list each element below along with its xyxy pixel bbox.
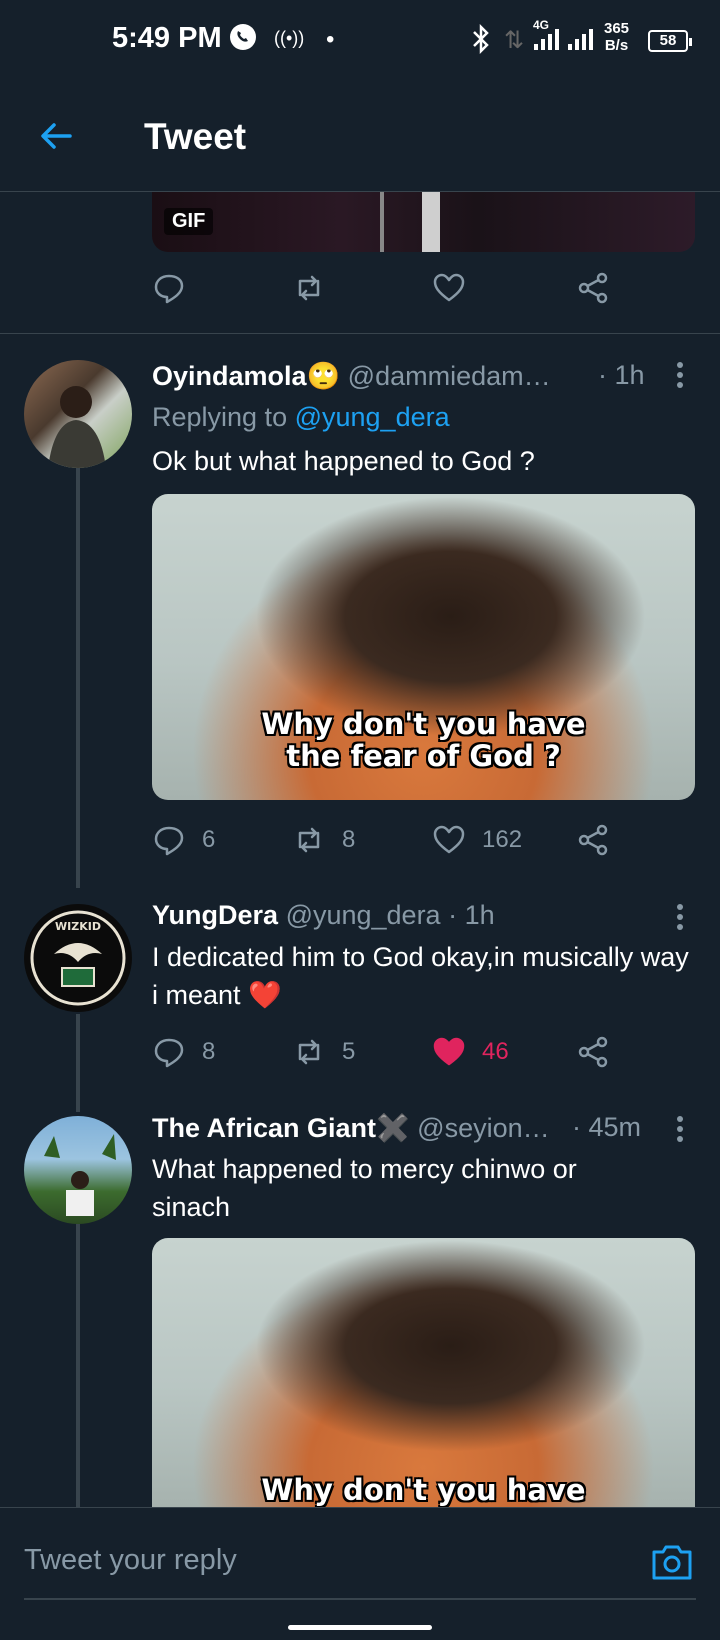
like-button[interactable]: 162 — [432, 820, 522, 860]
tweet-actions: 8 5 46 — [152, 1032, 632, 1072]
reply-button[interactable] — [152, 268, 186, 308]
tweet-media-gif[interactable]: GIF — [152, 192, 695, 252]
replying-to: Replying to @yung_dera — [152, 402, 450, 433]
svg-text:WIZKID: WIZKID — [55, 920, 101, 933]
network-type: 4G — [533, 18, 550, 32]
reply-input[interactable]: Tweet your reply — [24, 1544, 237, 1577]
thread-line — [76, 1224, 80, 1508]
heart-icon — [433, 825, 465, 854]
parent-tweet-footer: GIF — [0, 192, 720, 334]
display-name[interactable]: Oyindamola🙄 — [152, 361, 340, 391]
tweet-text: What happened to mercy chinwo or sinach — [152, 1154, 577, 1222]
speed-value: 365 — [604, 20, 630, 37]
more-options-icon[interactable] — [668, 904, 692, 934]
top-app-bar: Tweet — [0, 80, 720, 192]
more-options-icon[interactable] — [668, 1116, 692, 1146]
tweet-header: Oyindamola🙄 @dammiedam… — [152, 360, 551, 392]
display-name[interactable]: YungDera — [152, 900, 278, 930]
avatar[interactable] — [24, 360, 132, 468]
tweet-text: I dedicated him to God okay,in musically… — [152, 942, 689, 1010]
reply-icon — [154, 826, 184, 856]
like-count: 162 — [482, 826, 523, 853]
replying-prefix: Replying to — [152, 402, 295, 432]
heart-filled-icon — [433, 1037, 465, 1066]
avatar[interactable] — [24, 1116, 132, 1224]
share-button[interactable] — [576, 268, 610, 308]
bluetooth-icon — [470, 23, 492, 61]
avatar[interactable]: WIZKID — [24, 904, 132, 1012]
back-arrow-icon[interactable] — [36, 116, 76, 156]
like-count: 46 — [482, 1038, 509, 1065]
tweet-header: The African Giant✖️ @seyion… — [152, 1112, 550, 1144]
tweet-actions: 6 8 162 — [152, 820, 632, 860]
share-button[interactable] — [576, 1032, 610, 1072]
retweet-icon — [298, 1039, 320, 1065]
reply-button[interactable]: 8 — [152, 1032, 215, 1072]
media-caption: Why don't you have — [261, 707, 586, 741]
page-title: Tweet — [144, 116, 247, 157]
reply-button[interactable]: 6 — [152, 820, 215, 860]
display-name[interactable]: The African Giant✖️ — [152, 1113, 410, 1143]
retweet-button[interactable] — [292, 268, 326, 308]
speed-unit: B/s — [604, 37, 629, 54]
tweet-media-image[interactable]: Why don't you have — [152, 1238, 695, 1508]
tweet-media-image[interactable]: Why don't you have the fear of God ? — [152, 494, 695, 800]
heart-icon — [433, 273, 465, 302]
reply-count: 6 — [202, 826, 216, 853]
media-caption: Why don't you have — [261, 1473, 586, 1507]
tweet-header: YungDera @yung_dera · 1h — [152, 900, 495, 931]
user-handle[interactable]: @seyion… — [417, 1113, 549, 1143]
retweet-count: 8 — [342, 826, 356, 853]
status-time: 5:49 PM — [112, 22, 222, 54]
like-button[interactable]: 46 — [432, 1032, 509, 1072]
thread-line — [76, 1014, 80, 1112]
tweet-time: · 1h — [598, 360, 645, 390]
share-icon — [578, 1036, 608, 1068]
mention-link[interactable]: @yung_dera — [295, 402, 450, 432]
share-icon — [578, 272, 608, 304]
home-indicator[interactable] — [288, 1625, 432, 1630]
media-caption: the fear of God ? — [286, 739, 561, 773]
thread-line — [76, 468, 80, 888]
whatsapp-icon — [228, 22, 258, 59]
like-button[interactable] — [432, 268, 466, 308]
tweet-actions — [152, 268, 632, 308]
reply-count: 8 — [202, 1038, 216, 1065]
retweet-icon — [298, 275, 320, 301]
network-speed: 365 B/s — [604, 20, 629, 54]
input-underline — [24, 1598, 696, 1600]
battery-indicator: 58 — [648, 30, 692, 52]
tweet-time: · 45m — [572, 1112, 642, 1142]
retweet-button[interactable]: 5 — [292, 1032, 355, 1072]
retweet-icon — [298, 827, 320, 853]
camera-icon[interactable] — [650, 1542, 694, 1582]
share-button[interactable] — [576, 820, 610, 860]
gif-badge: GIF — [164, 208, 214, 235]
share-icon — [578, 824, 608, 856]
reply-icon — [154, 274, 184, 304]
retweet-count: 5 — [342, 1038, 356, 1065]
data-arrows-icon: ⇅ — [504, 27, 525, 54]
more-options-icon[interactable] — [668, 362, 692, 392]
user-handle[interactable]: @yung_dera · 1h — [286, 900, 495, 930]
dot-icon: • — [326, 26, 335, 53]
reply-icon — [154, 1038, 184, 1068]
tweet-text: Ok but what happened to God ? — [152, 446, 535, 476]
status-bar: 5:49 PM ((•)) • ⇅ 4G 365 B/s 58 — [0, 0, 720, 80]
retweet-button[interactable]: 8 — [292, 820, 355, 860]
hotspot-icon: ((•)) — [274, 28, 305, 48]
reply-composer: Tweet your reply — [0, 1507, 720, 1640]
user-handle[interactable]: @dammiedam… — [348, 361, 551, 391]
